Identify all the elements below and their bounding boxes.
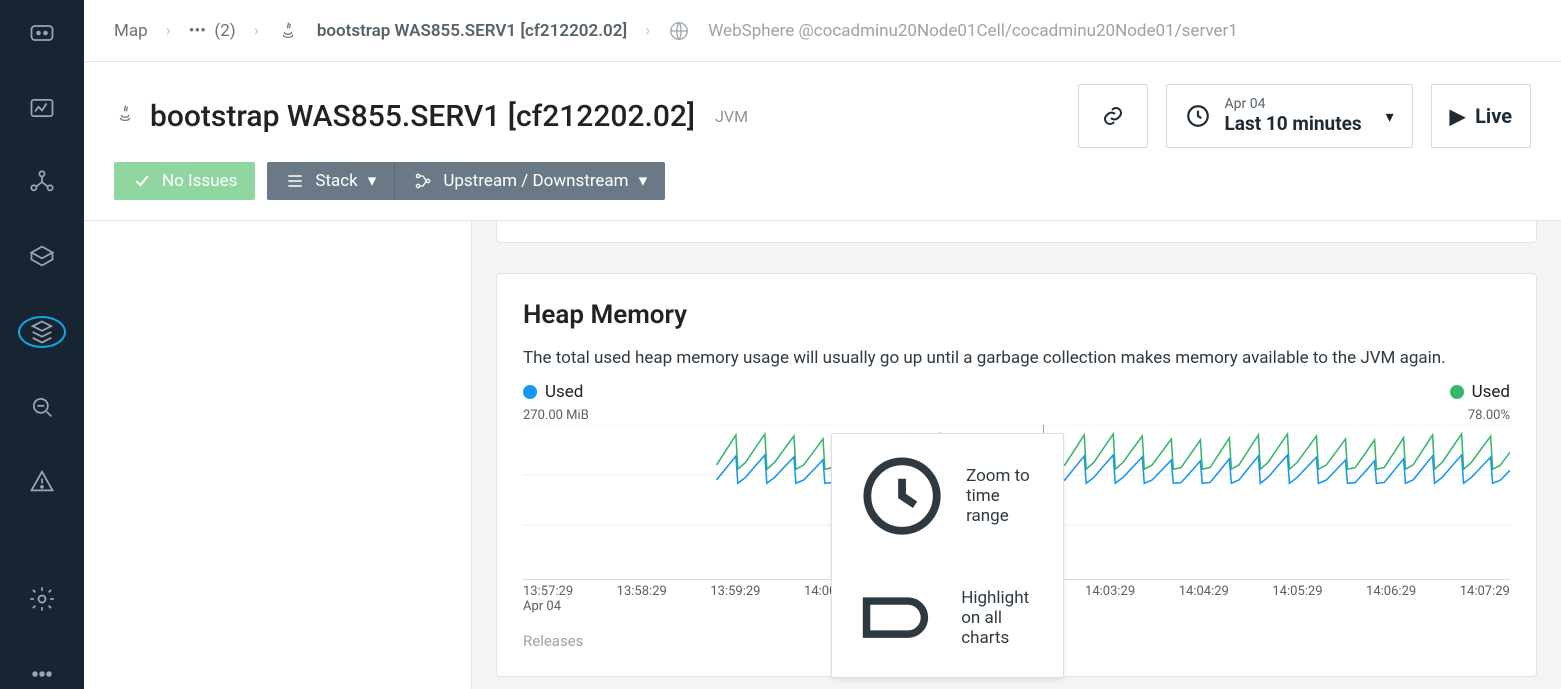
breadcrumb: Map › ••• (2) › bootstrap WAS855.SERV1 [… [84, 0, 1561, 62]
page-title: bootstrap WAS855.SERV1 [cf212202.02] [150, 99, 695, 134]
chevron-down-icon: ▾ [368, 171, 377, 191]
card-description: The total used heap memory usage will us… [523, 348, 1510, 368]
chart-context-menu: Zoom to time range Highlight on all char… [831, 433, 1064, 678]
nav-inbox-icon[interactable] [18, 241, 66, 271]
chevron-down-icon: ▾ [1386, 107, 1394, 126]
nav-more-icon[interactable] [18, 659, 66, 689]
stack-dropdown[interactable]: Stack ▾ [267, 162, 394, 200]
page-header: bootstrap WAS855.SERV1 [cf212202.02] JVM… [84, 62, 1561, 148]
left-panel [84, 221, 472, 689]
legend-used-right: Used [1450, 382, 1510, 402]
link-button[interactable] [1078, 84, 1148, 148]
crumb-item[interactable]: bootstrap WAS855.SERV1 [cf212202.02] [317, 21, 627, 41]
chevron-right-icon: › [645, 21, 650, 41]
toolbar: No Issues Stack ▾ Upstream / Downstream … [84, 148, 1561, 221]
legend-used-left: Used [523, 382, 583, 402]
card-stub [496, 221, 1537, 243]
heap-chart[interactable]: Zoom to time range Highlight on all char… [523, 425, 1510, 575]
crumb-map[interactable]: Map [114, 21, 148, 41]
nav-alert-icon[interactable] [18, 466, 66, 496]
nav-dashboard-icon[interactable] [18, 92, 66, 122]
live-button[interactable]: ▶ Live [1431, 84, 1531, 148]
y-axis-right: 78.00% [1468, 408, 1510, 423]
no-issues-pill[interactable]: No Issues [114, 162, 255, 200]
page-subtag: JVM [715, 107, 748, 126]
crumb-ellipsis[interactable]: ••• (2) [189, 21, 236, 41]
nav-topology-icon[interactable] [18, 167, 66, 197]
heap-memory-card: Heap Memory The total used heap memory u… [496, 273, 1537, 677]
chevron-right-icon: › [254, 21, 259, 41]
chevron-right-icon: › [166, 21, 171, 41]
dot-icon [523, 385, 537, 399]
nav-search-icon[interactable] [18, 392, 66, 422]
play-icon: ▶ [1450, 104, 1465, 128]
upstream-downstream-dropdown[interactable]: Upstream / Downstream ▾ [394, 162, 665, 200]
chevron-down-icon: ▾ [639, 171, 648, 191]
menu-zoom-time-range[interactable]: Zoom to time range [832, 434, 1063, 558]
java-icon [277, 20, 299, 42]
crumb-tail: WebSphere @cocadminu20Node01Cell/cocadmi… [708, 21, 1238, 41]
menu-highlight-all[interactable]: Highlight on all charts [832, 558, 1063, 677]
side-nav [0, 0, 84, 689]
nav-home-icon[interactable] [18, 18, 66, 48]
globe-icon [668, 20, 690, 42]
java-icon [114, 103, 136, 129]
time-range-picker[interactable]: Apr 04 Last 10 minutes ▾ [1166, 84, 1413, 148]
time-top: Apr 04 [1225, 96, 1362, 113]
card-title: Heap Memory [523, 300, 1510, 330]
time-bottom: Last 10 minutes [1225, 113, 1362, 136]
nav-settings-icon[interactable] [18, 584, 66, 614]
right-panel: Heap Memory The total used heap memory u… [472, 221, 1561, 689]
nav-stack-icon[interactable] [18, 316, 66, 348]
dot-icon [1450, 385, 1464, 399]
y-axis-left: 270.00 MiB [523, 408, 589, 423]
